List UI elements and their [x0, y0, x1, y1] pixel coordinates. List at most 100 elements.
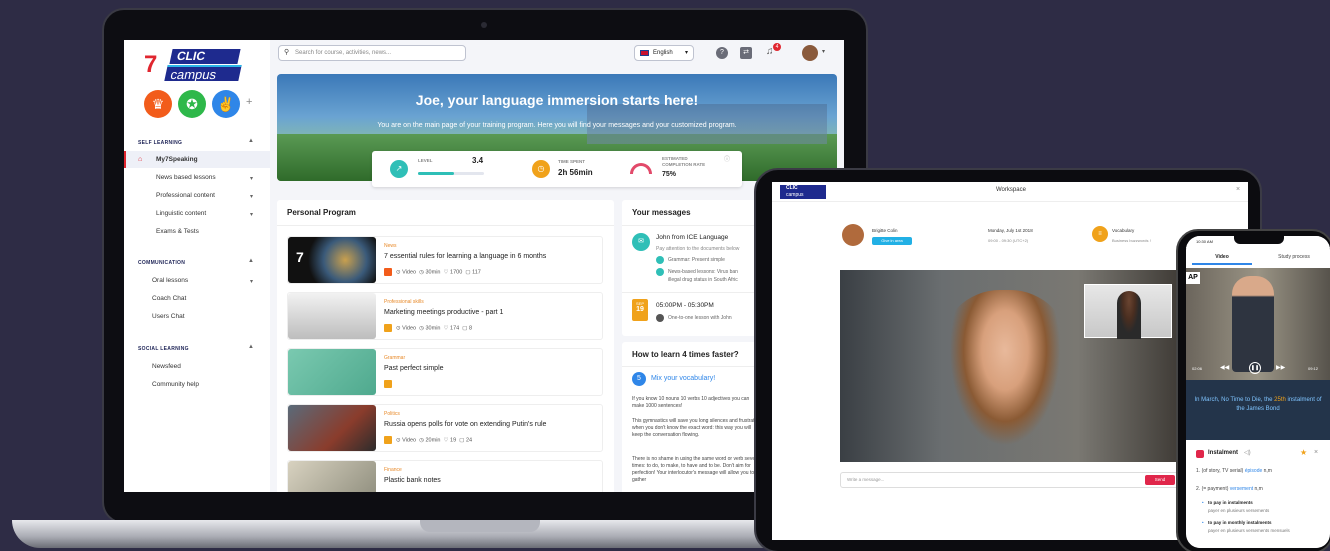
- item-title: Past perfect simple: [384, 365, 444, 372]
- search-input[interactable]: ⚲ Search for course, activities, news...: [278, 45, 466, 61]
- notification-count: 4: [773, 43, 781, 51]
- program-item[interactable]: Grammar Past perfect simple: [287, 348, 603, 396]
- item-title: Plastic bank notes: [384, 477, 441, 484]
- pause-icon[interactable]: ❚❚: [1249, 362, 1261, 374]
- section-social-learning: SOCIAL LEARNING: [138, 346, 189, 352]
- close-icon[interactable]: ×: [1314, 449, 1318, 456]
- help-icon[interactable]: ?: [716, 47, 728, 59]
- sidebar-item-exams[interactable]: Exams & Tests: [156, 223, 199, 240]
- tip-paragraph: This gymnastics will save you long silen…: [632, 418, 762, 438]
- message-input[interactable]: Write a message...: [840, 472, 1180, 488]
- message-line[interactable]: Grammar: Present simple: [668, 257, 725, 263]
- politics-thumbnail: [288, 405, 376, 451]
- search-icon: ⚲: [284, 49, 290, 56]
- forward-icon[interactable]: ▶▶: [1276, 364, 1285, 371]
- language-select[interactable]: English ▾: [634, 45, 694, 61]
- ap-logo: AP: [1186, 272, 1200, 284]
- definition-1: 1. (of story, TV serial) épisode n,m: [1196, 468, 1272, 474]
- vocabulary-icon: ≡: [1092, 226, 1108, 242]
- teacher-video-pip[interactable]: [1084, 284, 1172, 339]
- program-item[interactable]: 7 News 7 essential rules for learning a …: [287, 236, 603, 284]
- def-number: 1.: [1196, 468, 1201, 474]
- level-square-icon: [384, 324, 392, 332]
- item-category: Politics: [384, 411, 400, 417]
- message-sender[interactable]: John from ICE Language: [656, 234, 728, 241]
- lesson-desc: One-to-one lesson with John: [668, 315, 732, 321]
- brand-clic: CLIC: [780, 185, 826, 192]
- video-player[interactable]: AP 02:06 ◀◀ ❚❚ ▶▶ 09:12: [1186, 268, 1330, 380]
- def-context: (= payment): [1201, 486, 1229, 492]
- item-comments: 8: [469, 325, 473, 332]
- send-button[interactable]: Send: [1145, 475, 1175, 485]
- item-duration: 30min: [425, 269, 441, 276]
- join-button[interactable]: Give in area: [872, 237, 912, 245]
- student-video-figure: [940, 290, 1070, 462]
- brand-seven-icon: 7: [144, 51, 158, 78]
- level-value: 3.4: [472, 156, 484, 165]
- chevron-up-icon[interactable]: ▲: [248, 258, 254, 264]
- chevron-down-icon[interactable]: ▾: [822, 48, 825, 55]
- brand-campus: campus: [164, 65, 242, 82]
- speaker-icon[interactable]: ◁): [1244, 449, 1251, 456]
- hero-subtitle: You are on the main page of your trainin…: [377, 122, 737, 129]
- messages-title: Your messages: [632, 208, 691, 217]
- caption-highlight[interactable]: 25th: [1274, 397, 1286, 403]
- info-icon[interactable]: ⓘ: [724, 154, 730, 163]
- item-type: Video: [402, 325, 417, 332]
- bullet-icon: •: [1202, 500, 1204, 505]
- def-pos: n,m: [1263, 468, 1272, 474]
- chevron-up-icon[interactable]: ▲: [248, 138, 254, 144]
- item-duration: 20min: [425, 437, 441, 444]
- chevron-down-icon[interactable]: ▾: [250, 211, 253, 218]
- star-icon[interactable]: ★: [1300, 448, 1307, 457]
- close-icon[interactable]: ×: [1236, 186, 1240, 193]
- lesson-slot[interactable]: 05:00PM - 05:30PM: [656, 302, 714, 309]
- program-item[interactable]: Finance Plastic bank notes: [287, 460, 603, 492]
- add-badge-icon[interactable]: +: [246, 96, 252, 108]
- step-number: 5: [632, 372, 646, 386]
- calendar-icon: SEP 19: [632, 299, 648, 321]
- gauge-icon: [630, 163, 652, 174]
- example-1: to pay in instalments: [1208, 500, 1253, 505]
- translate-icon[interactable]: ⇄: [740, 47, 752, 59]
- doc-icon: [656, 268, 664, 276]
- trophy-badge-icon[interactable]: ✪: [178, 90, 206, 118]
- sidebar-item-users-chat[interactable]: Users Chat: [152, 308, 185, 325]
- clock-icon: ◷: [532, 160, 550, 178]
- level-label: LEVEL: [418, 158, 433, 163]
- tab-video[interactable]: Video: [1186, 254, 1258, 260]
- thumbs-badge-icon[interactable]: ✌: [212, 90, 240, 118]
- avatar[interactable]: [802, 45, 818, 61]
- sidebar-item-linguistic[interactable]: Linguistic content: [156, 205, 206, 222]
- item-meta: ⊙ Video ◷ 20min ♡ 19 ▢ 24: [384, 436, 472, 444]
- sidebar-item-professional[interactable]: Professional content: [156, 187, 215, 204]
- level-progress-fill: [418, 172, 455, 175]
- sidebar-item-newsfeed[interactable]: Newsfeed: [152, 358, 181, 375]
- sidebar-item-coach-chat[interactable]: Coach Chat: [152, 290, 186, 307]
- language-value: English: [653, 50, 673, 56]
- message-line[interactable]: News-based lessons: Virus ban: [668, 269, 738, 275]
- item-title: Russia opens polls for vote on extending…: [384, 421, 547, 428]
- tab-study-process[interactable]: Study process: [1258, 254, 1330, 260]
- sidebar-item-oral[interactable]: Oral lessons: [152, 272, 188, 289]
- chevron-down-icon[interactable]: ▾: [250, 278, 253, 285]
- brand-campus: campus: [780, 192, 826, 199]
- chevron-up-icon[interactable]: ▲: [248, 344, 254, 350]
- program-item[interactable]: Politics Russia opens polls for vote on …: [287, 404, 603, 452]
- program-item[interactable]: Professional skills Marketing meetings p…: [287, 292, 603, 340]
- tip-title: How to learn 4 times faster?: [632, 350, 739, 359]
- caption[interactable]: In March, No Time to Die, the 25th insta…: [1194, 396, 1322, 414]
- sidebar-item-community[interactable]: Community help: [152, 376, 199, 393]
- level-square-icon: [384, 436, 392, 444]
- bullet-icon: •: [1202, 520, 1204, 525]
- crown-badge-icon[interactable]: ♛: [144, 90, 172, 118]
- doc-icon: [656, 256, 664, 264]
- rewind-icon[interactable]: ◀◀: [1220, 364, 1229, 371]
- sidebar-item-my7speaking[interactable]: My7Speaking: [156, 151, 198, 168]
- item-comments: 117: [472, 269, 481, 276]
- chevron-down-icon[interactable]: ▾: [250, 175, 253, 182]
- chevron-down-icon[interactable]: ▾: [250, 193, 253, 200]
- topic-subtitle: Business buzzwords !: [1112, 238, 1151, 243]
- teacher-avatar: [842, 224, 864, 246]
- sidebar-item-news[interactable]: News based lessons: [156, 169, 216, 186]
